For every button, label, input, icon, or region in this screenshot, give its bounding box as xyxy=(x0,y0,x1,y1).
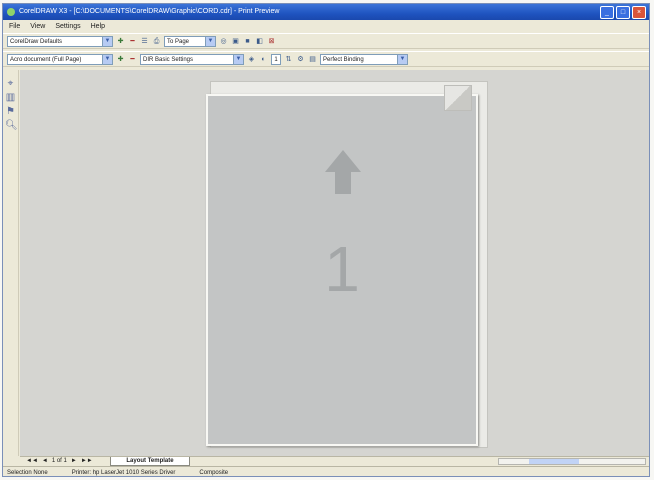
print-style-toolbar: CorelDraw Defaults ▼ ✚ ━ ☰ ⎙ To Page ▼ ◎… xyxy=(3,33,649,49)
binding-select[interactable]: Perfect Binding ▼ xyxy=(320,53,408,65)
menu-help[interactable]: Help xyxy=(91,23,105,30)
mirror-icon[interactable]: ◧ xyxy=(255,37,264,46)
menu-view[interactable]: View xyxy=(30,23,45,30)
print-preview-window: CorelDRAW X3 - [C:\DOCUMENTS\CorelDRAW\G… xyxy=(2,3,650,477)
page-tab-strip: ◄◄ ◄ 1 of 1 ► ►► Layout Template xyxy=(20,456,649,466)
zoom-select[interactable]: To Page ▼ xyxy=(164,35,216,47)
orientation-arrow-icon xyxy=(325,150,361,194)
scrollbar-thumb[interactable] xyxy=(529,459,579,464)
coreldraw-app-icon xyxy=(7,8,15,16)
imposition-layout-tool-icon[interactable]: ▥ xyxy=(5,92,16,103)
chevron-down-icon[interactable]: ▼ xyxy=(205,36,215,46)
tab-layout-template[interactable]: Layout Template xyxy=(110,457,190,466)
settings-icon[interactable]: ⚙ xyxy=(296,55,305,64)
status-selection: Selection None xyxy=(7,470,48,476)
invert-icon[interactable]: ■ xyxy=(243,37,252,46)
marks-placement-tool-icon[interactable]: ⚑ xyxy=(5,106,16,117)
remove-style-icon[interactable]: ━ xyxy=(128,37,137,46)
remove-template-icon[interactable]: ━ xyxy=(128,55,137,64)
menu-file[interactable]: File xyxy=(9,23,20,30)
maximize-button[interactable]: □ xyxy=(616,6,630,19)
pages-value: Acro document (Full Page) xyxy=(10,56,82,63)
separations-value: DIR Basic Settings xyxy=(143,56,194,63)
zoom-value: To Page xyxy=(167,38,190,45)
add-template-icon[interactable]: ✚ xyxy=(116,55,125,64)
next-page-button[interactable]: ► xyxy=(71,457,77,466)
status-printer: Printer: hp LaserJet 1010 Series Driver xyxy=(71,470,176,476)
horizontal-scrollbar[interactable] xyxy=(498,458,646,465)
menu-settings[interactable]: Settings xyxy=(55,23,80,30)
page-navigation: ◄◄ ◄ 1 of 1 ► ►► xyxy=(26,457,93,466)
status-print-mode: Composite xyxy=(199,470,229,476)
window-title: CorelDRAW X3 - [C:\DOCUMENTS\CorelDRAW\G… xyxy=(18,8,280,15)
close-button[interactable]: × xyxy=(632,6,646,19)
print-style-select[interactable]: CorelDraw Defaults ▼ xyxy=(7,35,113,47)
add-style-icon[interactable]: ✚ xyxy=(116,37,125,46)
flip-icon[interactable]: ⇅ xyxy=(284,55,293,64)
menu-bar: File View Settings Help xyxy=(3,20,649,32)
page-number: 1 xyxy=(324,233,360,305)
title-bar: CorelDRAW X3 - [C:\DOCUMENTS\CorelDRAW\G… xyxy=(3,4,649,20)
preview-page[interactable]: 1 xyxy=(206,94,478,446)
copies-spinner[interactable]: 1 xyxy=(271,53,281,65)
full-screen-icon[interactable]: ◎ xyxy=(219,37,228,46)
layout-icon[interactable]: ▤ xyxy=(308,55,317,64)
preview-toolbox: ⌖ ▥ ⚑ 🔍︎ xyxy=(3,70,19,456)
enable-separations-icon[interactable]: ▣ xyxy=(231,37,240,46)
minimize-button[interactable]: _ xyxy=(600,6,614,19)
pages-select[interactable]: Acro document (Full Page) ▼ xyxy=(7,53,113,65)
page-setup-icon[interactable]: ◈ xyxy=(247,55,256,64)
page-counter: 1 of 1 xyxy=(51,458,67,464)
zoom-tool-icon[interactable]: 🔍︎ xyxy=(5,120,18,131)
chevron-down-icon[interactable]: ▼ xyxy=(102,54,112,64)
chevron-down-icon[interactable]: ▼ xyxy=(397,54,407,64)
preview-workspace: 1 xyxy=(20,70,649,456)
first-page-button[interactable]: ◄◄ xyxy=(26,457,38,466)
print-options-icon[interactable]: ☰ xyxy=(140,37,149,46)
status-bar: Selection None Printer: hp LaserJet 1010… xyxy=(3,466,649,476)
print-icon[interactable]: ⎙ xyxy=(152,37,161,46)
pick-tool-icon[interactable]: ⌖ xyxy=(5,78,16,89)
previous-page-button[interactable]: ◄ xyxy=(42,457,48,466)
chevron-down-icon[interactable]: ▼ xyxy=(102,36,112,46)
chevron-down-icon[interactable]: ▼ xyxy=(233,54,243,64)
last-page-button[interactable]: ►► xyxy=(81,457,93,466)
separations-select[interactable]: DIR Basic Settings ▼ xyxy=(140,53,244,65)
binding-value: Perfect Binding xyxy=(323,56,364,63)
page-settings-toolbar: Acro document (Full Page) ▼ ✚ ━ DIR Basi… xyxy=(3,51,649,67)
color-wheel-icon[interactable]: ◐ xyxy=(259,55,268,64)
page-curl-icon xyxy=(444,85,472,111)
window-controls: _ □ × xyxy=(600,6,646,19)
close-preview-icon[interactable]: ⊠ xyxy=(267,37,276,46)
print-style-value: CorelDraw Defaults xyxy=(10,38,63,45)
